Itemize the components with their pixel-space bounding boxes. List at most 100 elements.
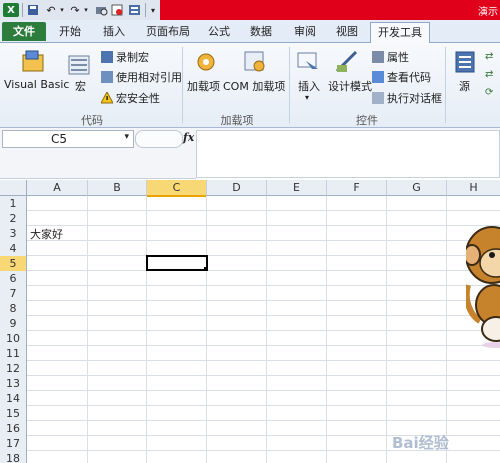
tab-page-layout[interactable]: 页面布局	[140, 22, 196, 41]
view-code-icon	[372, 71, 384, 83]
monkey-picture[interactable]	[463, 225, 500, 350]
view-code-button[interactable]: 查看代码	[372, 69, 431, 85]
tab-developer[interactable]: 开发工具	[370, 22, 430, 43]
insert-function-icon[interactable]: fx	[183, 131, 194, 144]
ribbon-tabs: 文件 开始 插入 页面布局 公式 数据 审阅 视图 开发工具	[0, 20, 500, 43]
row-header-3[interactable]: 3	[0, 226, 27, 242]
cell-a3[interactable]: 大家好	[30, 226, 63, 242]
column-header-e[interactable]: E	[267, 180, 327, 196]
row-header-17[interactable]: 17	[0, 436, 27, 452]
column-header-g[interactable]: G	[387, 180, 447, 196]
addins-group-label: 加载项	[220, 114, 254, 127]
insert-control-button[interactable]: 插入	[298, 78, 320, 94]
spellcheck-icon[interactable]	[110, 3, 124, 17]
tab-file[interactable]: 文件	[2, 22, 46, 41]
cell-gridlines[interactable]	[27, 196, 500, 463]
select-all-corner[interactable]	[0, 180, 27, 196]
relative-reference-label: 使用相对引用	[116, 71, 182, 84]
visual-basic-icon	[20, 49, 46, 75]
row-header-16[interactable]: 16	[0, 421, 27, 437]
row-header-1[interactable]: 1	[0, 196, 27, 212]
name-box[interactable]: C5 ▾	[2, 130, 134, 148]
run-dialog-label: 执行对话框	[387, 92, 442, 105]
formula-bar: C5 ▾ fx	[0, 128, 500, 178]
row-header-18[interactable]: 18	[0, 451, 27, 463]
undo-dropdown-icon[interactable]: ▾	[58, 3, 66, 17]
tab-view[interactable]: 视图	[332, 22, 362, 41]
group-separator-3	[445, 47, 446, 123]
tab-insert[interactable]: 插入	[96, 22, 132, 41]
xml-refresh-icon[interactable]: ⟳	[485, 87, 493, 98]
relative-reference-button[interactable]: 使用相对引用	[101, 69, 182, 85]
row-header-12[interactable]: 12	[0, 361, 27, 377]
xml-map-icon[interactable]: ⇄	[485, 51, 493, 62]
column-header-h[interactable]: H	[447, 180, 500, 196]
fill-handle[interactable]	[204, 267, 208, 271]
row-header-8[interactable]: 8	[0, 301, 27, 317]
properties-button[interactable]: 属性	[372, 49, 409, 65]
view-code-label: 查看代码	[387, 71, 431, 84]
design-mode-button[interactable]: 设计模式	[328, 78, 372, 94]
column-header-a[interactable]: A	[27, 180, 88, 196]
ribbon: Visual Basic 宏 录制宏 使用相对引用 宏安全性 代码 加载项 CO…	[0, 43, 500, 128]
xml-source-button[interactable]: 源	[459, 78, 470, 94]
qat-separator-2	[145, 3, 146, 17]
row-header-10[interactable]: 10	[0, 331, 27, 347]
properties-icon	[372, 51, 384, 63]
customize-qat-icon[interactable]: ▾	[148, 3, 158, 17]
formula-input[interactable]	[196, 130, 500, 178]
record-macro-icon	[101, 51, 113, 63]
formula-buttons	[135, 130, 183, 148]
tab-home[interactable]: 开始	[52, 22, 88, 41]
com-addins-icon	[242, 49, 268, 75]
addins-icon	[193, 49, 219, 75]
undo-icon[interactable]: ↶	[44, 3, 58, 17]
column-header-f[interactable]: F	[327, 180, 387, 196]
redo-dropdown-icon[interactable]: ▾	[82, 3, 90, 17]
column-header-c[interactable]: C	[147, 180, 207, 197]
group-separator-1	[182, 47, 183, 123]
row-header-6[interactable]: 6	[0, 271, 27, 287]
save-icon[interactable]	[26, 3, 40, 17]
row-header-4[interactable]: 4	[0, 241, 27, 257]
group-separator-2	[289, 47, 290, 123]
controls-group-label: 控件	[356, 114, 378, 127]
relative-reference-icon	[101, 71, 113, 83]
row-header-15[interactable]: 15	[0, 406, 27, 422]
row-header-9[interactable]: 9	[0, 316, 27, 332]
xml-source-icon	[453, 49, 479, 75]
addins-button[interactable]: 加载项	[187, 78, 220, 94]
row-header-14[interactable]: 14	[0, 391, 27, 407]
column-header-b[interactable]: B	[88, 180, 147, 196]
active-cell-c5[interactable]	[146, 255, 208, 271]
com-addins-button[interactable]: COM 加载项	[223, 78, 285, 94]
print-preview-icon[interactable]	[94, 3, 108, 17]
row-header-2[interactable]: 2	[0, 211, 27, 227]
record-macro-button[interactable]: 录制宏	[101, 49, 149, 65]
baidu-watermark: Bai经验	[392, 434, 449, 452]
tab-data[interactable]: 数据	[246, 22, 276, 41]
visual-basic-button[interactable]: Visual Basic	[4, 78, 69, 91]
redo-icon[interactable]: ↷	[68, 3, 82, 17]
macro-security-button[interactable]: 宏安全性	[100, 90, 160, 106]
excel-logo-icon[interactable]: X	[3, 3, 19, 17]
macros-button[interactable]: 宏	[75, 78, 86, 94]
title-area: 演示	[160, 0, 500, 20]
name-box-dropdown-icon[interactable]: ▾	[124, 132, 129, 142]
row-header-11[interactable]: 11	[0, 346, 27, 362]
insert-dropdown-icon[interactable]: ▾	[305, 93, 309, 102]
form-icon[interactable]	[127, 3, 141, 17]
code-group-label: 代码	[81, 114, 103, 127]
tab-formulas[interactable]: 公式	[204, 22, 234, 41]
row-header-7[interactable]: 7	[0, 286, 27, 302]
row-header-5[interactable]: 5	[0, 256, 27, 272]
worksheet-grid: A B C D E F G H 1 2 3 4 5 6 7 8 9 10 11 …	[0, 180, 500, 463]
run-dialog-button[interactable]: 执行对话框	[372, 90, 442, 106]
row-header-13[interactable]: 13	[0, 376, 27, 392]
column-header-d[interactable]: D	[207, 180, 267, 196]
design-mode-icon	[334, 49, 360, 75]
xml-expansion-icon[interactable]: ⇄	[485, 69, 493, 80]
tab-review[interactable]: 审阅	[290, 22, 320, 41]
title-bar: X ↶ ▾ ↷ ▾ ▾ 演示	[0, 0, 500, 21]
macros-icon	[67, 53, 93, 79]
